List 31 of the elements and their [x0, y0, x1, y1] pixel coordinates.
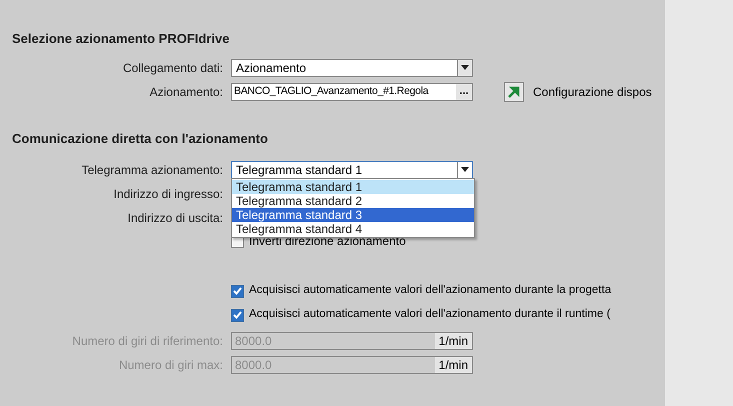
arrow-icon	[507, 84, 521, 98]
checkbox-label: Inverti direzione azionamento	[249, 234, 406, 250]
unit-label: 1/min	[434, 332, 472, 348]
field-label: Telegramma azionamento:	[82, 162, 223, 178]
field-label: Collegamento dati:	[122, 60, 223, 76]
browse-button[interactable]: ...	[456, 84, 472, 100]
open-configuration-button[interactable]	[504, 82, 524, 102]
checkmark-icon	[233, 311, 242, 319]
checkbox[interactable]	[231, 308, 244, 322]
field-label: Numero di giri max:	[118, 356, 223, 374]
configuration-link[interactable]: Configurazione dispos	[533, 82, 652, 100]
checkmark-icon	[233, 287, 242, 295]
dropdown-option[interactable]: Telegramma standard 4	[232, 222, 474, 236]
checkbox-label: Acquisisci automaticamente valori dell'azionamento durante la progetta	[249, 283, 612, 298]
section-heading: Selezione azionamento PROFIdrive	[11, 30, 230, 47]
checkbox-label: Acquisisci automaticamente valori dell'azionamento durante il runtime (	[249, 307, 610, 322]
text-field[interactable]: BANCO_TAGLIO_Avanzamento_#1.Regola ...	[231, 82, 473, 100]
field-label: Indirizzo di uscita:	[128, 210, 223, 226]
field-label: Numero di giri di riferimento:	[72, 332, 223, 350]
dropdown[interactable]: Telegramma standard 1	[231, 160, 473, 178]
section-heading: Comunicazione diretta con l'azionamento	[11, 130, 269, 147]
dropdown[interactable]: Azionamento	[231, 58, 473, 76]
checkbox[interactable]	[231, 284, 244, 298]
dropdown-option[interactable]: Telegramma standard 3	[232, 208, 474, 222]
dropdown-option[interactable]: Telegramma standard 2	[232, 194, 474, 208]
caret-icon	[461, 167, 469, 172]
dropdown-option[interactable]: Telegramma standard 1	[232, 180, 474, 194]
unit-label: 1/min	[434, 356, 472, 372]
caret-icon	[461, 65, 469, 70]
field-label: Azionamento:	[150, 84, 223, 100]
field-label: Indirizzo di ingresso:	[114, 186, 223, 202]
